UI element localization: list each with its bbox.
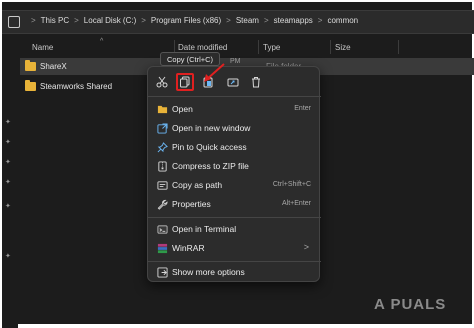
row-name: ShareX — [40, 62, 67, 71]
menu-item-open-new-window[interactable]: Open in new window — [152, 119, 317, 137]
menu-item-label: Compress to ZIP file — [172, 161, 249, 171]
column-divider[interactable] — [258, 40, 259, 54]
crumb-this-pc[interactable]: This PC — [41, 16, 69, 25]
folder-icon — [25, 80, 36, 91]
monitor-icon — [8, 16, 20, 28]
menu-item-shortcut: Alt+Enter — [282, 200, 311, 207]
copy-icon — [180, 76, 190, 88]
zip-icon — [156, 160, 168, 172]
partial-date-text: PM — [230, 58, 241, 65]
column-divider[interactable] — [330, 40, 331, 54]
sort-up-icon: ^ — [100, 38, 104, 45]
address-bar[interactable]: > This PC > Local Disk (C:) > Program Fi… — [2, 10, 474, 34]
share-icon — [227, 78, 239, 87]
crumb-separator: > — [31, 16, 36, 25]
crumb-separator: > — [317, 16, 323, 25]
menu-divider — [148, 96, 321, 97]
navigation-pane: ✦ ✦ ✦ ✦ ✦ ✦ — [2, 35, 18, 328]
pin-icon[interactable]: ✦ — [5, 179, 12, 186]
chevron-right-icon: > — [303, 242, 309, 252]
cut-button[interactable] — [153, 73, 171, 91]
winrar-icon — [156, 242, 168, 254]
wrench-icon — [156, 198, 168, 210]
crumb-separator: > — [141, 16, 146, 25]
column-divider[interactable] — [398, 40, 399, 54]
folder-open-icon — [156, 103, 168, 115]
crumb-steamapps[interactable]: steamapps — [274, 16, 313, 25]
menu-item-compress-zip[interactable]: Compress to ZIP file — [152, 157, 317, 175]
menu-item-label: Copy as path — [172, 180, 223, 190]
column-type[interactable]: Type — [263, 43, 280, 52]
menu-item-shortcut: Enter — [294, 105, 311, 112]
folder-icon — [25, 60, 36, 71]
delete-button[interactable] — [247, 73, 265, 91]
menu-item-open[interactable]: Open Enter — [152, 100, 317, 118]
crumb-steam[interactable]: Steam — [236, 16, 259, 25]
crumb-program-files[interactable]: Program Files (x86) — [151, 16, 221, 25]
menu-item-label: Properties — [172, 199, 211, 209]
watermark-logo: A PUALS — [374, 296, 447, 313]
context-menu: Open Enter Open in new window Pin to Qui… — [147, 66, 321, 282]
menu-item-label: Open in Terminal — [172, 224, 237, 234]
delete-icon — [252, 77, 260, 88]
more-options-icon — [156, 266, 168, 278]
menu-divider — [148, 261, 321, 262]
crumb-common[interactable]: common — [327, 16, 358, 25]
column-name[interactable]: Name — [32, 43, 53, 52]
context-toolbar — [148, 67, 321, 96]
menu-item-copy-as-path[interactable]: Copy as path Ctrl+Shift+C — [152, 176, 317, 194]
pin-icon[interactable]: ✦ — [5, 253, 12, 260]
menu-item-properties[interactable]: Properties Alt+Enter — [152, 195, 317, 213]
menu-item-label: Open in new window — [172, 123, 251, 133]
menu-item-shortcut: Ctrl+Shift+C — [272, 181, 311, 188]
menu-item-label: Show more options — [172, 267, 245, 277]
crumb-separator: > — [263, 16, 269, 25]
pin-icon[interactable]: ✦ — [5, 159, 12, 166]
column-headers: ^ Name Date modified Type Size — [18, 38, 474, 56]
row-name: Steamworks Shared — [40, 82, 113, 91]
menu-item-label: WinRAR — [172, 243, 205, 253]
cut-icon — [156, 76, 168, 88]
crumb-separator: > — [226, 16, 231, 25]
new-window-icon — [156, 122, 168, 134]
pin-icon[interactable]: ✦ — [5, 119, 12, 126]
menu-item-label: Open — [172, 104, 193, 114]
terminal-icon — [156, 223, 168, 235]
menu-divider — [148, 217, 321, 218]
copy-button[interactable] — [176, 73, 194, 91]
column-size[interactable]: Size — [335, 43, 351, 52]
crumb-separator: > — [74, 16, 79, 25]
menu-item-label: Pin to Quick access — [172, 142, 247, 152]
menu-item-pin-quick-access[interactable]: Pin to Quick access — [152, 138, 317, 156]
pin-icon[interactable]: ✦ — [5, 203, 12, 210]
pin-icon — [156, 141, 168, 153]
breadcrumb: > This PC > Local Disk (C:) > Program Fi… — [26, 16, 358, 25]
menu-item-winrar[interactable]: WinRAR > — [152, 239, 317, 257]
menu-item-open-terminal[interactable]: Open in Terminal — [152, 220, 317, 238]
pin-icon[interactable]: ✦ — [5, 139, 12, 146]
annotation-arrow — [204, 63, 225, 82]
menu-item-show-more-options[interactable]: Show more options — [152, 263, 317, 281]
path-icon — [156, 179, 168, 191]
crumb-local-disk[interactable]: Local Disk (C:) — [84, 16, 136, 25]
explorer-window: > This PC > Local Disk (C:) > Program Fi… — [0, 0, 474, 328]
column-date-modified[interactable]: Date modified — [178, 43, 227, 52]
